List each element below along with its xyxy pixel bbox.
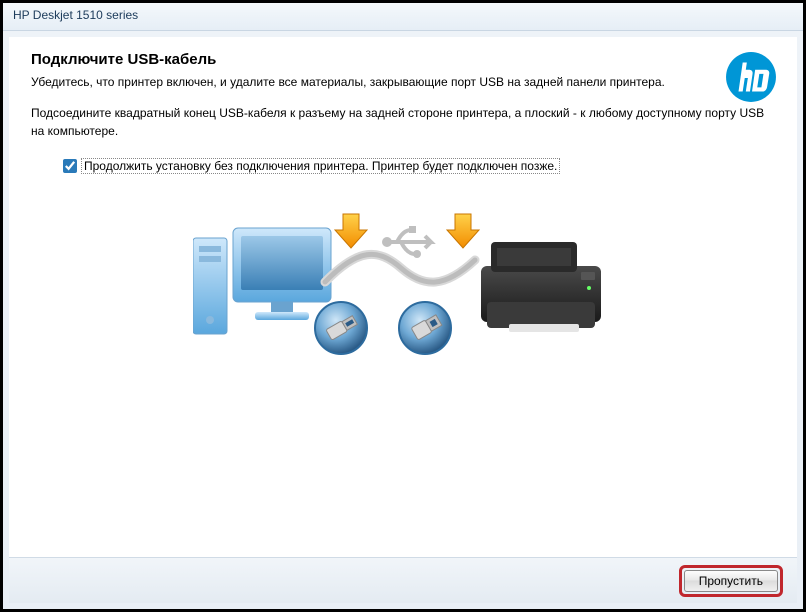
content-wrap: Подключите USB-кабель Убедитесь, что при… xyxy=(3,31,803,609)
window-title: HP Deskjet 1510 series xyxy=(13,8,138,22)
installer-window: HP Deskjet 1510 series Подключите USB-ка… xyxy=(0,0,806,612)
page-subheading: Убедитесь, что принтер включен, и удалит… xyxy=(31,74,671,91)
usb-connection-illustration xyxy=(31,208,775,368)
footer-bar: Пропустить xyxy=(9,557,797,603)
skip-button[interactable]: Пропустить xyxy=(684,570,778,592)
window-titlebar: HP Deskjet 1510 series xyxy=(3,3,803,31)
skip-button-highlight: Пропустить xyxy=(679,565,783,597)
skip-connection-label[interactable]: Продолжить установку без подключения при… xyxy=(81,158,560,174)
arrow-down-icon xyxy=(335,214,367,248)
page-heading: Подключите USB-кабель xyxy=(31,51,775,68)
arrow-down-icon xyxy=(447,214,479,248)
skip-connection-checkbox-row: Продолжить установку без подключения при… xyxy=(63,158,775,174)
skip-connection-checkbox[interactable] xyxy=(63,159,77,173)
hp-logo-icon xyxy=(725,51,777,103)
content-area: Подключите USB-кабель Убедитесь, что при… xyxy=(9,37,797,557)
instruction-text: Подсоедините квадратный конец USB-кабеля… xyxy=(31,105,775,140)
